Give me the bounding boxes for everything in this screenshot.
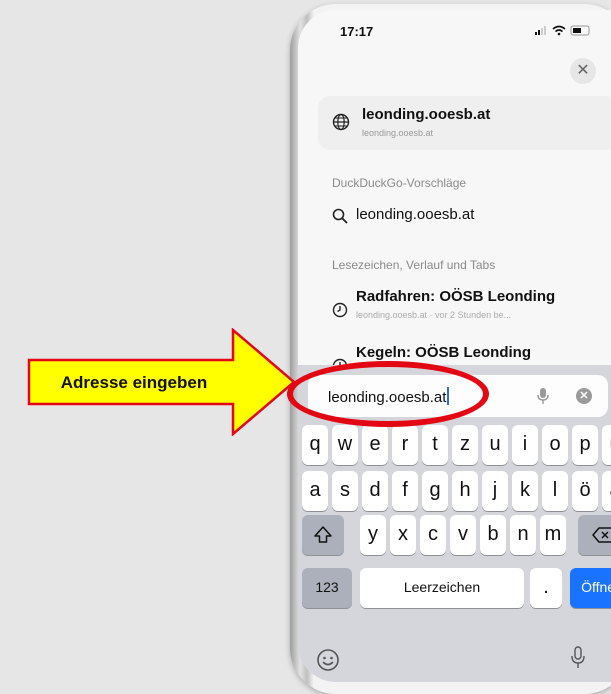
key-ü[interactable]: ü	[602, 425, 611, 465]
backspace-key[interactable]	[578, 515, 611, 555]
key-l[interactable]: l	[542, 471, 568, 511]
key-o[interactable]: o	[542, 425, 568, 465]
go-key[interactable]: Öffnen	[570, 568, 611, 608]
shift-icon	[314, 526, 332, 543]
search-icon	[332, 208, 348, 224]
top-result-subtitle: leonding.ooesb.at	[362, 128, 434, 138]
key-k[interactable]: k	[512, 471, 538, 511]
key-n[interactable]: n	[510, 515, 536, 555]
key-s[interactable]: s	[332, 471, 358, 511]
key-t[interactable]: t	[422, 425, 448, 465]
dictation-icon[interactable]	[570, 645, 586, 669]
key-f[interactable]: f	[392, 471, 418, 511]
callout-label: Adresse eingeben	[60, 372, 208, 392]
globe-icon	[332, 113, 350, 131]
emoji-icon[interactable]	[316, 648, 340, 672]
key-m[interactable]: m	[540, 515, 566, 555]
key-x[interactable]: x	[390, 515, 416, 555]
status-icons	[533, 24, 593, 39]
key-b[interactable]: b	[480, 515, 506, 555]
key-ö[interactable]: ö	[572, 471, 598, 511]
suggestion-item[interactable]: leonding.ooesb.at	[332, 204, 611, 232]
address-highlight-ellipse	[287, 361, 489, 427]
key-u[interactable]: u	[482, 425, 508, 465]
close-button[interactable]: ✕	[570, 58, 596, 84]
key-z[interactable]: z	[452, 425, 478, 465]
key-r[interactable]: r	[392, 425, 418, 465]
key-y[interactable]: y	[360, 515, 386, 555]
suggestions-header: DuckDuckGo-Vorschläge	[332, 176, 467, 190]
numbers-key[interactable]: 123	[302, 568, 352, 608]
status-bar-icons	[535, 25, 590, 36]
key-a[interactable]: a	[302, 471, 328, 511]
history-subtitle: leonding.ooesb.at · vor 2 Stunden be...	[356, 310, 512, 320]
history-title: Kegeln: OÖSB Leonding	[356, 344, 531, 361]
clock-icon	[332, 302, 348, 318]
clear-input-icon[interactable]: ✕	[576, 388, 592, 404]
history-header: Lesezeichen, Verlauf und Tabs	[332, 258, 496, 272]
key-j[interactable]: j	[482, 471, 508, 511]
space-key[interactable]: Leerzeichen	[360, 568, 524, 608]
key-q[interactable]: q	[302, 425, 328, 465]
key-i[interactable]: i	[512, 425, 538, 465]
key-v[interactable]: v	[450, 515, 476, 555]
key-c[interactable]: c	[420, 515, 446, 555]
key-p[interactable]: p	[572, 425, 598, 465]
period-key[interactable]: .	[530, 568, 562, 608]
history-item[interactable]: Radfahren: OÖSB Leonding leonding.ooesb.…	[332, 288, 611, 328]
top-result-item[interactable]: leonding.ooesb.at leonding.ooesb.at	[318, 96, 611, 150]
key-w[interactable]: w	[332, 425, 358, 465]
top-result-title: leonding.ooesb.at	[362, 106, 491, 123]
shift-key[interactable]	[302, 515, 344, 555]
key-d[interactable]: d	[362, 471, 388, 511]
suggestion-text: leonding.ooesb.at	[356, 206, 475, 223]
backspace-icon	[592, 527, 611, 543]
key-ä[interactable]: ä	[602, 471, 611, 511]
status-time: 17:17	[340, 24, 374, 39]
key-e[interactable]: e	[362, 425, 388, 465]
phone-screen: 17:17 ✕ leonding.ooesb.at leonding.ooesb…	[298, 10, 611, 682]
key-h[interactable]: h	[452, 471, 478, 511]
microphone-icon[interactable]	[536, 387, 550, 405]
history-title: Radfahren: OÖSB Leonding	[356, 288, 556, 305]
key-g[interactable]: g	[422, 471, 448, 511]
